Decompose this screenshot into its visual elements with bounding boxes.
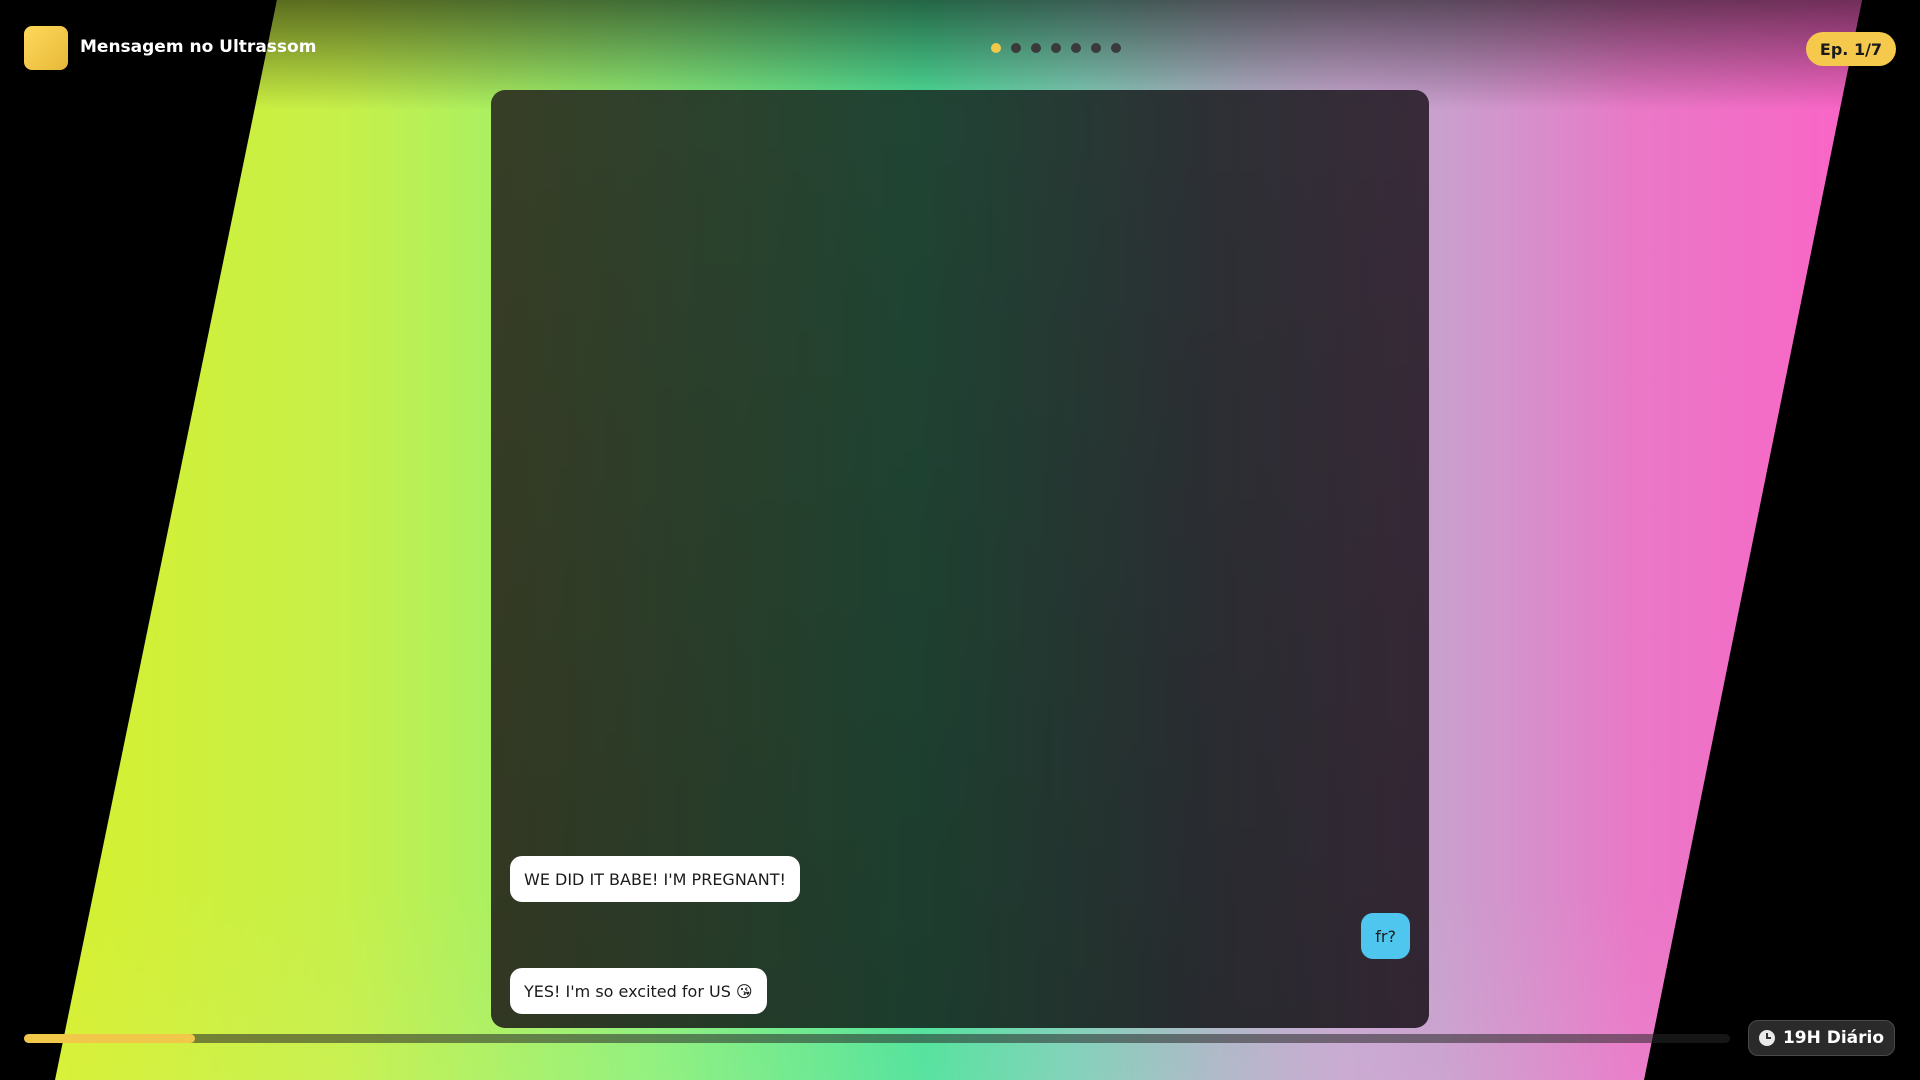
pagination-dot-4[interactable] bbox=[1051, 43, 1061, 53]
pagination-dot-2[interactable] bbox=[1011, 43, 1021, 53]
message-bubble-outgoing: fr? bbox=[1361, 913, 1410, 959]
episode-progress-bar[interactable] bbox=[24, 1034, 1730, 1043]
schedule-label: 19H Diário bbox=[1782, 1028, 1885, 1048]
schedule-badge: 19H Diário bbox=[1748, 1020, 1895, 1056]
top-bar: Mensagem no Ultrassom Ep. 1/7 bbox=[0, 0, 1920, 95]
pagination-dot-5[interactable] bbox=[1071, 43, 1081, 53]
message-bubble-incoming: YES! I'm so excited for US 😘 bbox=[510, 968, 767, 1014]
chat-panel: WE DID IT BABE! I'M PREGNANT! fr? YES! I… bbox=[491, 90, 1429, 1028]
page-title: Mensagem no Ultrassom bbox=[80, 37, 317, 57]
app-logo-icon[interactable] bbox=[24, 26, 68, 70]
message-text: YES! I'm so excited for US 😘 bbox=[524, 981, 753, 1001]
pagination-dot-6[interactable] bbox=[1091, 43, 1101, 53]
story-player: Mensagem no Ultrassom Ep. 1/7 WE DID IT … bbox=[0, 0, 1920, 1080]
pagination-dot-3[interactable] bbox=[1031, 43, 1041, 53]
episode-pagination bbox=[991, 43, 1121, 53]
clock-icon bbox=[1758, 1030, 1775, 1046]
episode-badge: Ep. 1/7 bbox=[1806, 32, 1896, 66]
message-text: WE DID IT BABE! I'M PREGNANT! bbox=[524, 869, 786, 889]
episode-progress-fill bbox=[24, 1034, 195, 1043]
pagination-dot-1[interactable] bbox=[991, 43, 1001, 53]
pagination-dot-7[interactable] bbox=[1111, 43, 1121, 53]
message-bubble-incoming: WE DID IT BABE! I'M PREGNANT! bbox=[510, 856, 800, 902]
message-text: fr? bbox=[1375, 926, 1396, 946]
